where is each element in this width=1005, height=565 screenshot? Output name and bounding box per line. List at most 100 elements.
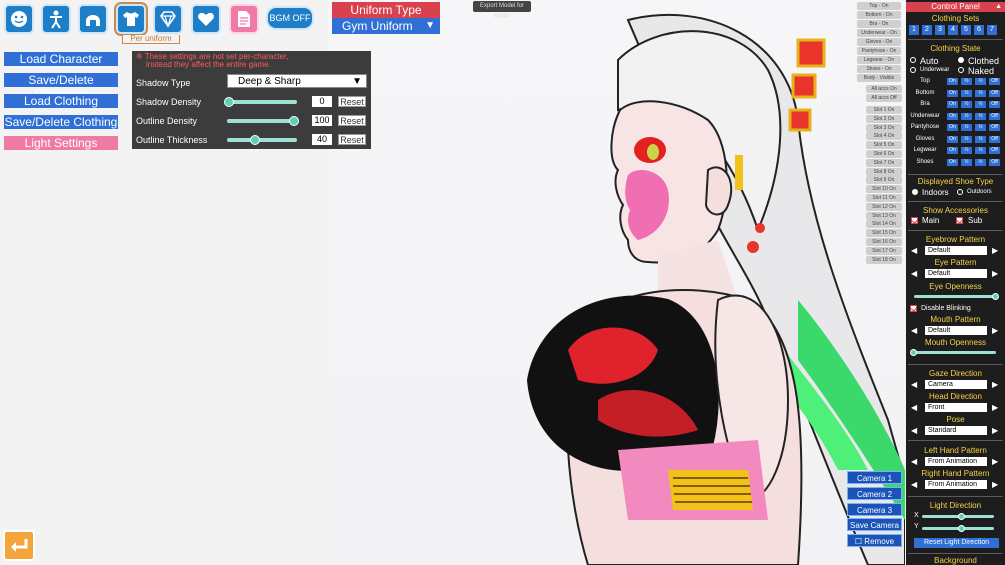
mouth-next-icon[interactable]: ▶ [992, 326, 998, 335]
accessory-slot-toggle[interactable]: Slot 15 On [866, 229, 902, 238]
clothing-state-cell[interactable]: Off [989, 158, 1000, 166]
eye-prev-icon[interactable]: ◀ [911, 269, 917, 278]
clothing-set-2[interactable]: 2 [922, 25, 932, 35]
clothing-state-cell[interactable]: ½ [975, 89, 986, 97]
outline-thickness-input[interactable]: 40 [312, 134, 332, 145]
clothing-state-cell[interactable]: On [947, 135, 958, 143]
accessory-slot-toggle[interactable]: Slot 6 On [866, 150, 902, 158]
accessory-slot-toggle[interactable]: Slot 3 On [866, 123, 902, 132]
outdoors-radio[interactable] [957, 189, 963, 195]
outline-thickness-slider[interactable] [227, 138, 297, 142]
clothing-set-5[interactable]: 5 [961, 25, 971, 35]
clothing-set-1[interactable]: 1 [909, 25, 919, 35]
clothing-state-cell[interactable]: ½ [961, 147, 972, 154]
gaze-prev-icon[interactable]: ◀ [911, 380, 917, 389]
accessory-slot-toggle[interactable]: Slot 4 On [866, 132, 902, 141]
right-hand-next-icon[interactable]: ▶ [992, 480, 998, 489]
uniform-type-dropdown[interactable]: Gym Uniform ▼ [332, 18, 440, 34]
accessory-slot-toggle[interactable]: Slot 17 On [866, 246, 902, 255]
remove-camera-button[interactable]: ☐ Remove [847, 534, 902, 547]
camera-3-button[interactable]: Camera 3 [847, 503, 902, 516]
clothing-state-cell[interactable]: Off [989, 135, 1000, 143]
clothing-state-cell[interactable]: Off [989, 124, 1000, 131]
clothing-state-cell[interactable]: ½ [961, 78, 972, 85]
accessory-slot-toggle[interactable]: Slot 16 On [866, 238, 902, 246]
main-accessories-checkbox[interactable] [911, 217, 918, 224]
shadow-density-slider-handle[interactable] [224, 97, 234, 107]
toggle-pantyhose[interactable]: Pantyhose - On [857, 47, 901, 55]
clothing-state-cell[interactable]: On [947, 158, 958, 166]
clothing-state-cell[interactable]: ½ [975, 112, 986, 120]
clothing-state-cell[interactable]: Off [989, 78, 1000, 85]
light-y-slider-handle[interactable] [958, 525, 965, 532]
collapse-arrow-icon[interactable]: ▲ [995, 2, 1002, 12]
clothing-state-cell[interactable]: On [947, 89, 958, 97]
clothing-set-7[interactable]: 7 [987, 25, 997, 35]
underwear-radio[interactable] [910, 67, 916, 73]
eyebrow-prev-icon[interactable]: ◀ [911, 246, 917, 255]
toggle-underwear[interactable]: Underwear - On [857, 29, 901, 37]
accessory-slot-toggle[interactable]: Slot 13 On [866, 211, 902, 220]
back-button[interactable] [3, 530, 35, 561]
clothing-state-cell[interactable]: ½ [961, 158, 972, 166]
clothing-state-cell[interactable]: ½ [975, 78, 986, 85]
save-camera-button[interactable]: Save Camera [847, 518, 902, 531]
reset-light-direction-button[interactable]: Reset Light Direction [914, 538, 999, 548]
outline-thickness-reset-button[interactable]: Reset [338, 134, 366, 145]
naked-radio[interactable] [958, 67, 964, 73]
accessory-slot-toggle[interactable]: Slot 12 On [866, 202, 902, 211]
all-accs-off-button[interactable]: All accs Off [866, 94, 902, 102]
accessory-slot-toggle[interactable]: Slot 7 On [866, 158, 902, 167]
left-hand-next-icon[interactable]: ▶ [992, 457, 998, 466]
clothing-state-cell[interactable]: On [947, 112, 958, 120]
clothing-state-cell[interactable]: ½ [975, 135, 986, 143]
clothing-state-cell[interactable]: ½ [975, 158, 986, 166]
light-x-slider-handle[interactable] [958, 513, 965, 520]
face-button[interactable] [4, 4, 34, 34]
toggle-legwear[interactable]: Legwear - On [857, 56, 901, 64]
eye-openness-slider-handle[interactable] [992, 293, 999, 300]
accessory-slot-toggle[interactable]: Slot 11 On [866, 194, 902, 202]
clothing-state-cell[interactable]: ½ [961, 135, 972, 143]
clothing-state-cell[interactable]: On [947, 147, 958, 154]
mouth-prev-icon[interactable]: ◀ [911, 326, 917, 335]
mouth-openness-slider[interactable] [914, 351, 996, 354]
accessory-slot-toggle[interactable]: Slot 14 On [866, 220, 902, 229]
character-viewport[interactable] [328, 0, 905, 565]
clothing-set-6[interactable]: 6 [974, 25, 984, 35]
outline-thickness-slider-handle[interactable] [250, 135, 260, 145]
hair-button[interactable] [78, 4, 108, 34]
clothing-state-cell[interactable]: ½ [961, 112, 972, 120]
toggle-gloves[interactable]: Gloves - On [857, 38, 901, 46]
head-next-icon[interactable]: ▶ [992, 403, 998, 412]
pose-prev-icon[interactable]: ◀ [911, 426, 917, 435]
sub-accessories-checkbox[interactable] [956, 217, 963, 224]
clothing-state-cell[interactable]: ½ [975, 124, 986, 131]
accessory-slot-toggle[interactable]: Slot 8 On [866, 167, 902, 176]
camera-1-button[interactable]: Camera 1 [847, 471, 902, 484]
clothing-state-cell[interactable]: ½ [961, 124, 972, 131]
load-character-button[interactable]: Load Character [4, 52, 118, 66]
shadow-density-reset-button[interactable]: Reset [338, 96, 366, 107]
clothing-state-cell[interactable]: Off [989, 89, 1000, 97]
auto-radio[interactable] [910, 57, 916, 63]
clothing-state-cell[interactable]: ½ [961, 101, 972, 108]
control-panel-header[interactable]: Control Panel ▲ [906, 2, 1005, 12]
light-settings-button[interactable]: Light Settings [4, 136, 118, 150]
toggle-shoes[interactable]: Shoes - On [857, 65, 901, 73]
document-button[interactable] [229, 4, 259, 34]
load-clothing-button[interactable]: Load Clothing [4, 94, 118, 108]
all-accs-on-button[interactable]: All accs On [866, 85, 902, 93]
accessory-button[interactable] [153, 4, 183, 34]
clothing-state-cell[interactable]: On [947, 124, 958, 131]
toggle-bra[interactable]: Bra - On [857, 20, 901, 28]
clothing-state-cell[interactable]: Off [989, 101, 1000, 108]
mouth-openness-slider-handle[interactable] [910, 349, 917, 356]
clothing-state-cell[interactable]: ½ [961, 89, 972, 97]
shadow-density-slider[interactable] [227, 100, 297, 104]
eyebrow-next-icon[interactable]: ▶ [992, 246, 998, 255]
toggle-bottom[interactable]: Bottom - On [857, 11, 901, 19]
outline-density-slider[interactable] [227, 119, 297, 123]
accessory-slot-toggle[interactable]: Slot 1 On [866, 106, 902, 114]
clothing-set-3[interactable]: 3 [935, 25, 945, 35]
